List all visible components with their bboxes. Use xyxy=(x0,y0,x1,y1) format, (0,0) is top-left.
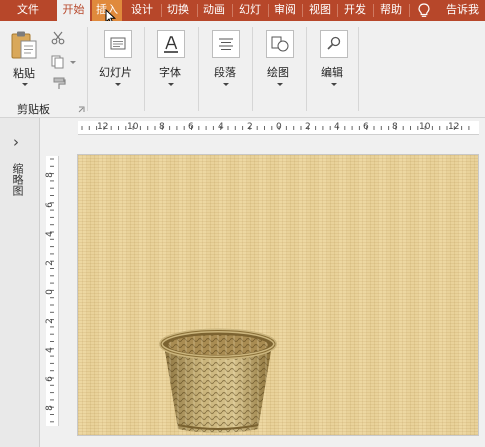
thumbnail-pane-collapsed[interactable]: › 缩略图 xyxy=(0,118,40,447)
format-painter-icon[interactable] xyxy=(52,77,66,91)
vertical-ruler: 8 6 4 2 0 2 4 6 8 xyxy=(44,156,59,426)
ruler-label: 12 xyxy=(97,122,109,132)
paste-icon[interactable] xyxy=(9,30,41,60)
tab-file[interactable]: 文件 xyxy=(8,0,48,21)
editing-button-label[interactable]: 编辑 xyxy=(321,64,343,80)
tab-home[interactable]: 开始 xyxy=(57,0,90,21)
ruler-label: 6 xyxy=(44,376,55,382)
ruler-label: 2 xyxy=(305,122,311,132)
paragraph-dropdown-caret[interactable] xyxy=(223,83,229,86)
lightbulb-icon[interactable] xyxy=(418,3,430,18)
cut-icon[interactable] xyxy=(51,31,65,45)
ribbon-home: 粘贴 剪贴板 幻灯片 字体 段落 绘图 编辑 xyxy=(0,21,485,118)
font-dropdown-caret[interactable] xyxy=(168,83,174,86)
ruler-label: 6 xyxy=(188,122,194,132)
ruler-label: 8 xyxy=(159,122,165,132)
tab-animations[interactable]: 动画 xyxy=(199,0,229,21)
font-icon[interactable] xyxy=(157,30,185,58)
drawing-shapes-icon[interactable] xyxy=(266,30,294,58)
editing-dropdown-caret[interactable] xyxy=(331,83,337,86)
tab-help[interactable]: 帮助 xyxy=(375,0,407,21)
ruler-label: 8 xyxy=(392,122,398,132)
copy-dropdown-caret[interactable] xyxy=(70,61,76,64)
slides-button-label[interactable]: 幻灯片 xyxy=(99,64,132,80)
drawing-button-label[interactable]: 绘图 xyxy=(267,64,289,80)
tab-review[interactable]: 审阅 xyxy=(270,0,300,21)
drawing-dropdown-caret[interactable] xyxy=(277,83,283,86)
paragraph-button-label[interactable]: 段落 xyxy=(214,64,236,80)
tab-developer[interactable]: 开发 xyxy=(339,0,371,21)
ruler-label: 4 xyxy=(44,347,55,353)
paste-dropdown-caret[interactable] xyxy=(22,83,28,86)
ruler-label: 0 xyxy=(276,122,282,132)
woven-basket-image[interactable] xyxy=(158,325,278,437)
ruler-label: 6 xyxy=(363,122,369,132)
ruler-label: 10 xyxy=(419,122,431,132)
ruler-label: 8 xyxy=(44,172,55,178)
ruler-label: 4 xyxy=(218,122,224,132)
copy-icon[interactable] xyxy=(51,55,67,69)
dialog-launcher-icon[interactable] xyxy=(78,106,85,113)
ruler-label: 6 xyxy=(44,202,55,208)
thumbnails-label[interactable]: 缩略图 xyxy=(10,163,24,196)
find-icon[interactable] xyxy=(320,30,348,58)
ruler-label: 2 xyxy=(44,260,55,266)
slides-icon[interactable] xyxy=(104,30,132,58)
ribbon-tab-bar: 文件 开始 插入 设计 切换 动画 幻灯 审阅 视图 开发 帮助 告诉我 xyxy=(0,0,485,26)
clipboard-group-label: 剪贴板 xyxy=(17,103,50,116)
expand-thumbnails-button[interactable]: › xyxy=(13,133,19,151)
paste-button-label[interactable]: 粘贴 xyxy=(13,65,35,81)
ruler-label: 4 xyxy=(44,231,55,237)
ruler-label: 8 xyxy=(44,405,55,411)
tab-slideshow[interactable]: 幻灯 xyxy=(234,0,266,21)
slides-dropdown-caret[interactable] xyxy=(115,83,121,86)
horizontal-ruler: 12 10 8 6 4 2 0 2 4 6 8 10 12 xyxy=(78,121,479,135)
tab-transitions[interactable]: 切换 xyxy=(163,0,193,21)
ruler-label: 0 xyxy=(44,289,55,295)
tab-view[interactable]: 视图 xyxy=(304,0,336,21)
tell-me-search[interactable]: 告诉我 xyxy=(440,0,485,21)
ruler-label: 10 xyxy=(127,122,139,132)
ruler-label: 2 xyxy=(247,122,253,132)
tab-design[interactable]: 设计 xyxy=(127,0,157,21)
ruler-label: 2 xyxy=(44,318,55,324)
ruler-label: 12 xyxy=(448,122,460,132)
font-button-label[interactable]: 字体 xyxy=(159,64,181,80)
paragraph-icon[interactable] xyxy=(212,30,240,58)
slide-canvas[interactable] xyxy=(77,154,479,436)
ruler-label: 4 xyxy=(334,122,340,132)
